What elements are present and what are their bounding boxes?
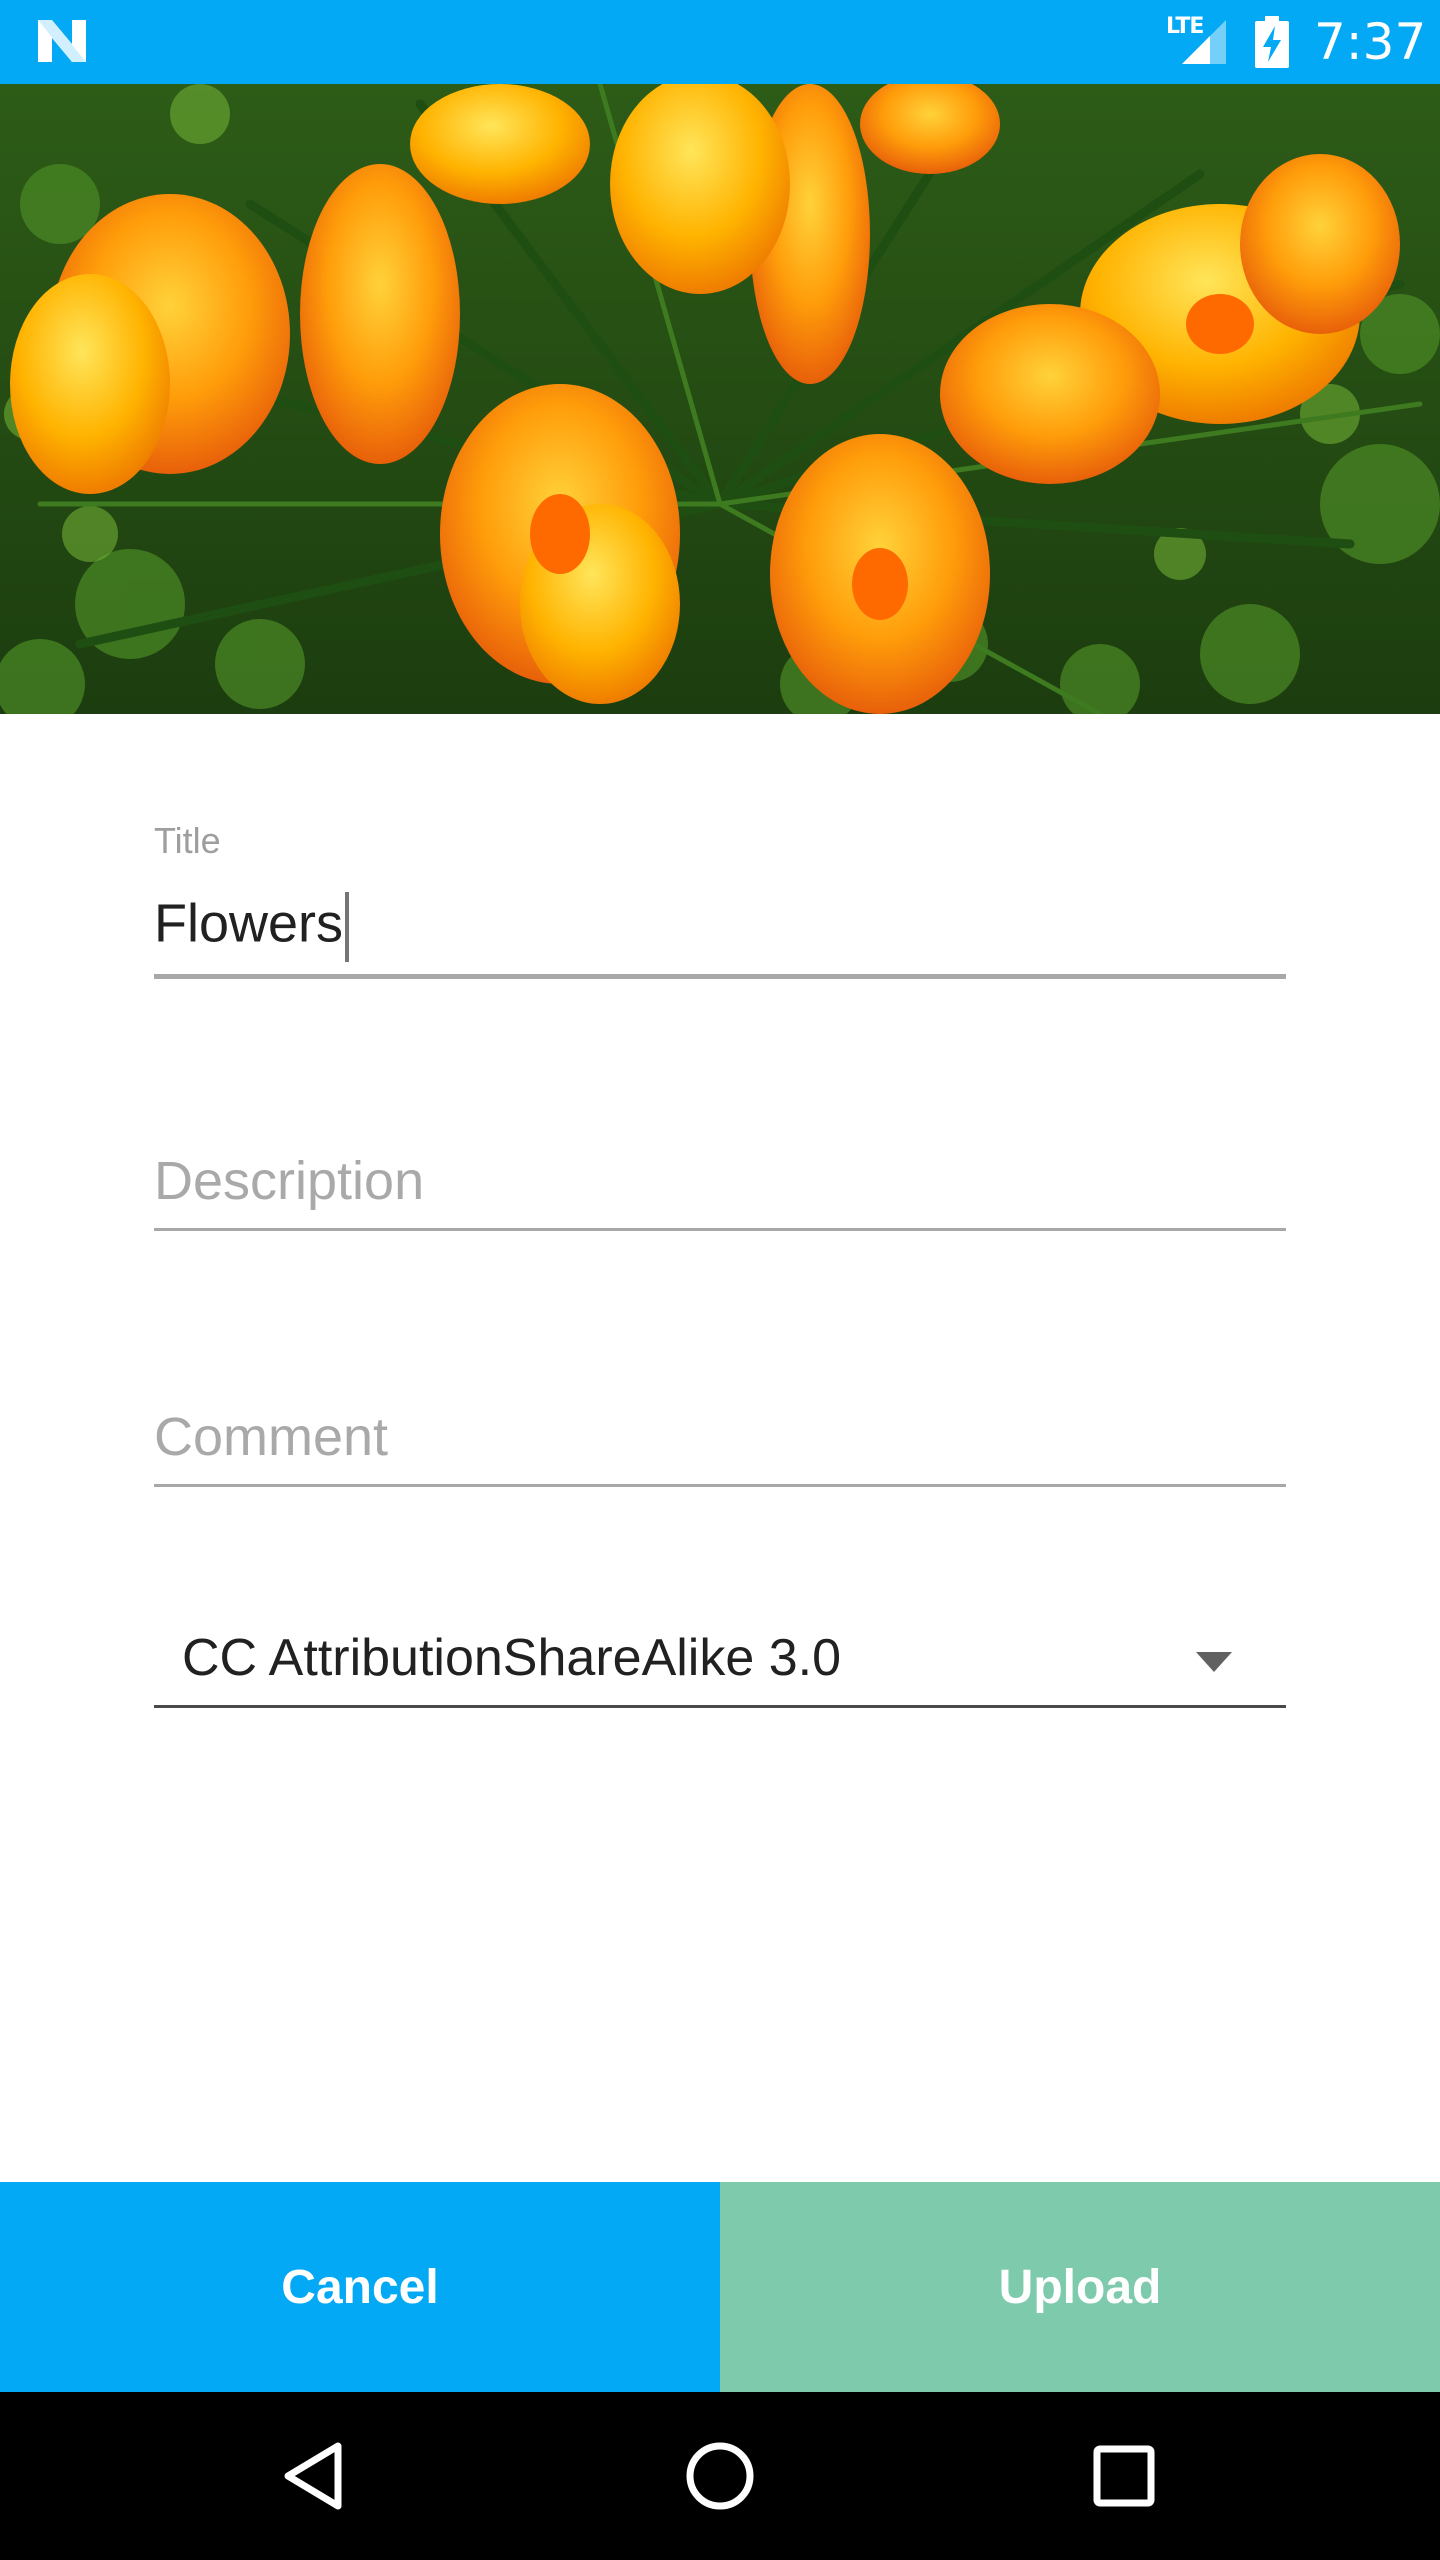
license-selected-value: CC AttributionShareAlike 3.0 (182, 1629, 842, 1687)
license-dropdown[interactable]: CC AttributionShareAlike 3.0 (154, 1600, 1286, 1708)
recents-icon[interactable] (1074, 2426, 1174, 2526)
network-type-label: LTE (1166, 14, 1204, 39)
title-field[interactable]: Title Flowers (154, 816, 1286, 982)
upload-button[interactable]: Upload (720, 2182, 1440, 2392)
license-underline (154, 1705, 1286, 1708)
home-icon[interactable] (670, 2426, 770, 2526)
description-underline (154, 1228, 1286, 1231)
text-cursor (345, 892, 350, 962)
description-input[interactable]: Description (154, 1150, 424, 1212)
flowers-image (0, 84, 1440, 714)
title-input-value: Flowers (154, 893, 344, 954)
battery-charging-icon (1255, 16, 1289, 68)
comment-underline (154, 1484, 1286, 1487)
title-input[interactable]: Flowers (154, 892, 350, 962)
cancel-button[interactable]: Cancel (0, 2182, 720, 2392)
upload-screen: LTE 7:37 Title Flowers Description Comme… (0, 0, 1440, 2560)
selected-image-preview (0, 84, 1440, 714)
comment-field[interactable]: Comment (154, 1396, 1286, 1488)
status-clock: 7:37 (1314, 13, 1427, 71)
status-bar: LTE 7:37 (0, 0, 1440, 84)
title-label: Title (154, 820, 221, 861)
navigation-bar (0, 2392, 1440, 2560)
comment-input[interactable]: Comment (154, 1406, 388, 1468)
description-field[interactable]: Description (154, 1140, 1286, 1232)
n-logo-icon (38, 20, 86, 62)
title-underline (154, 974, 1286, 979)
back-icon[interactable] (266, 2426, 366, 2526)
dropdown-arrow-icon (1196, 1652, 1232, 1672)
